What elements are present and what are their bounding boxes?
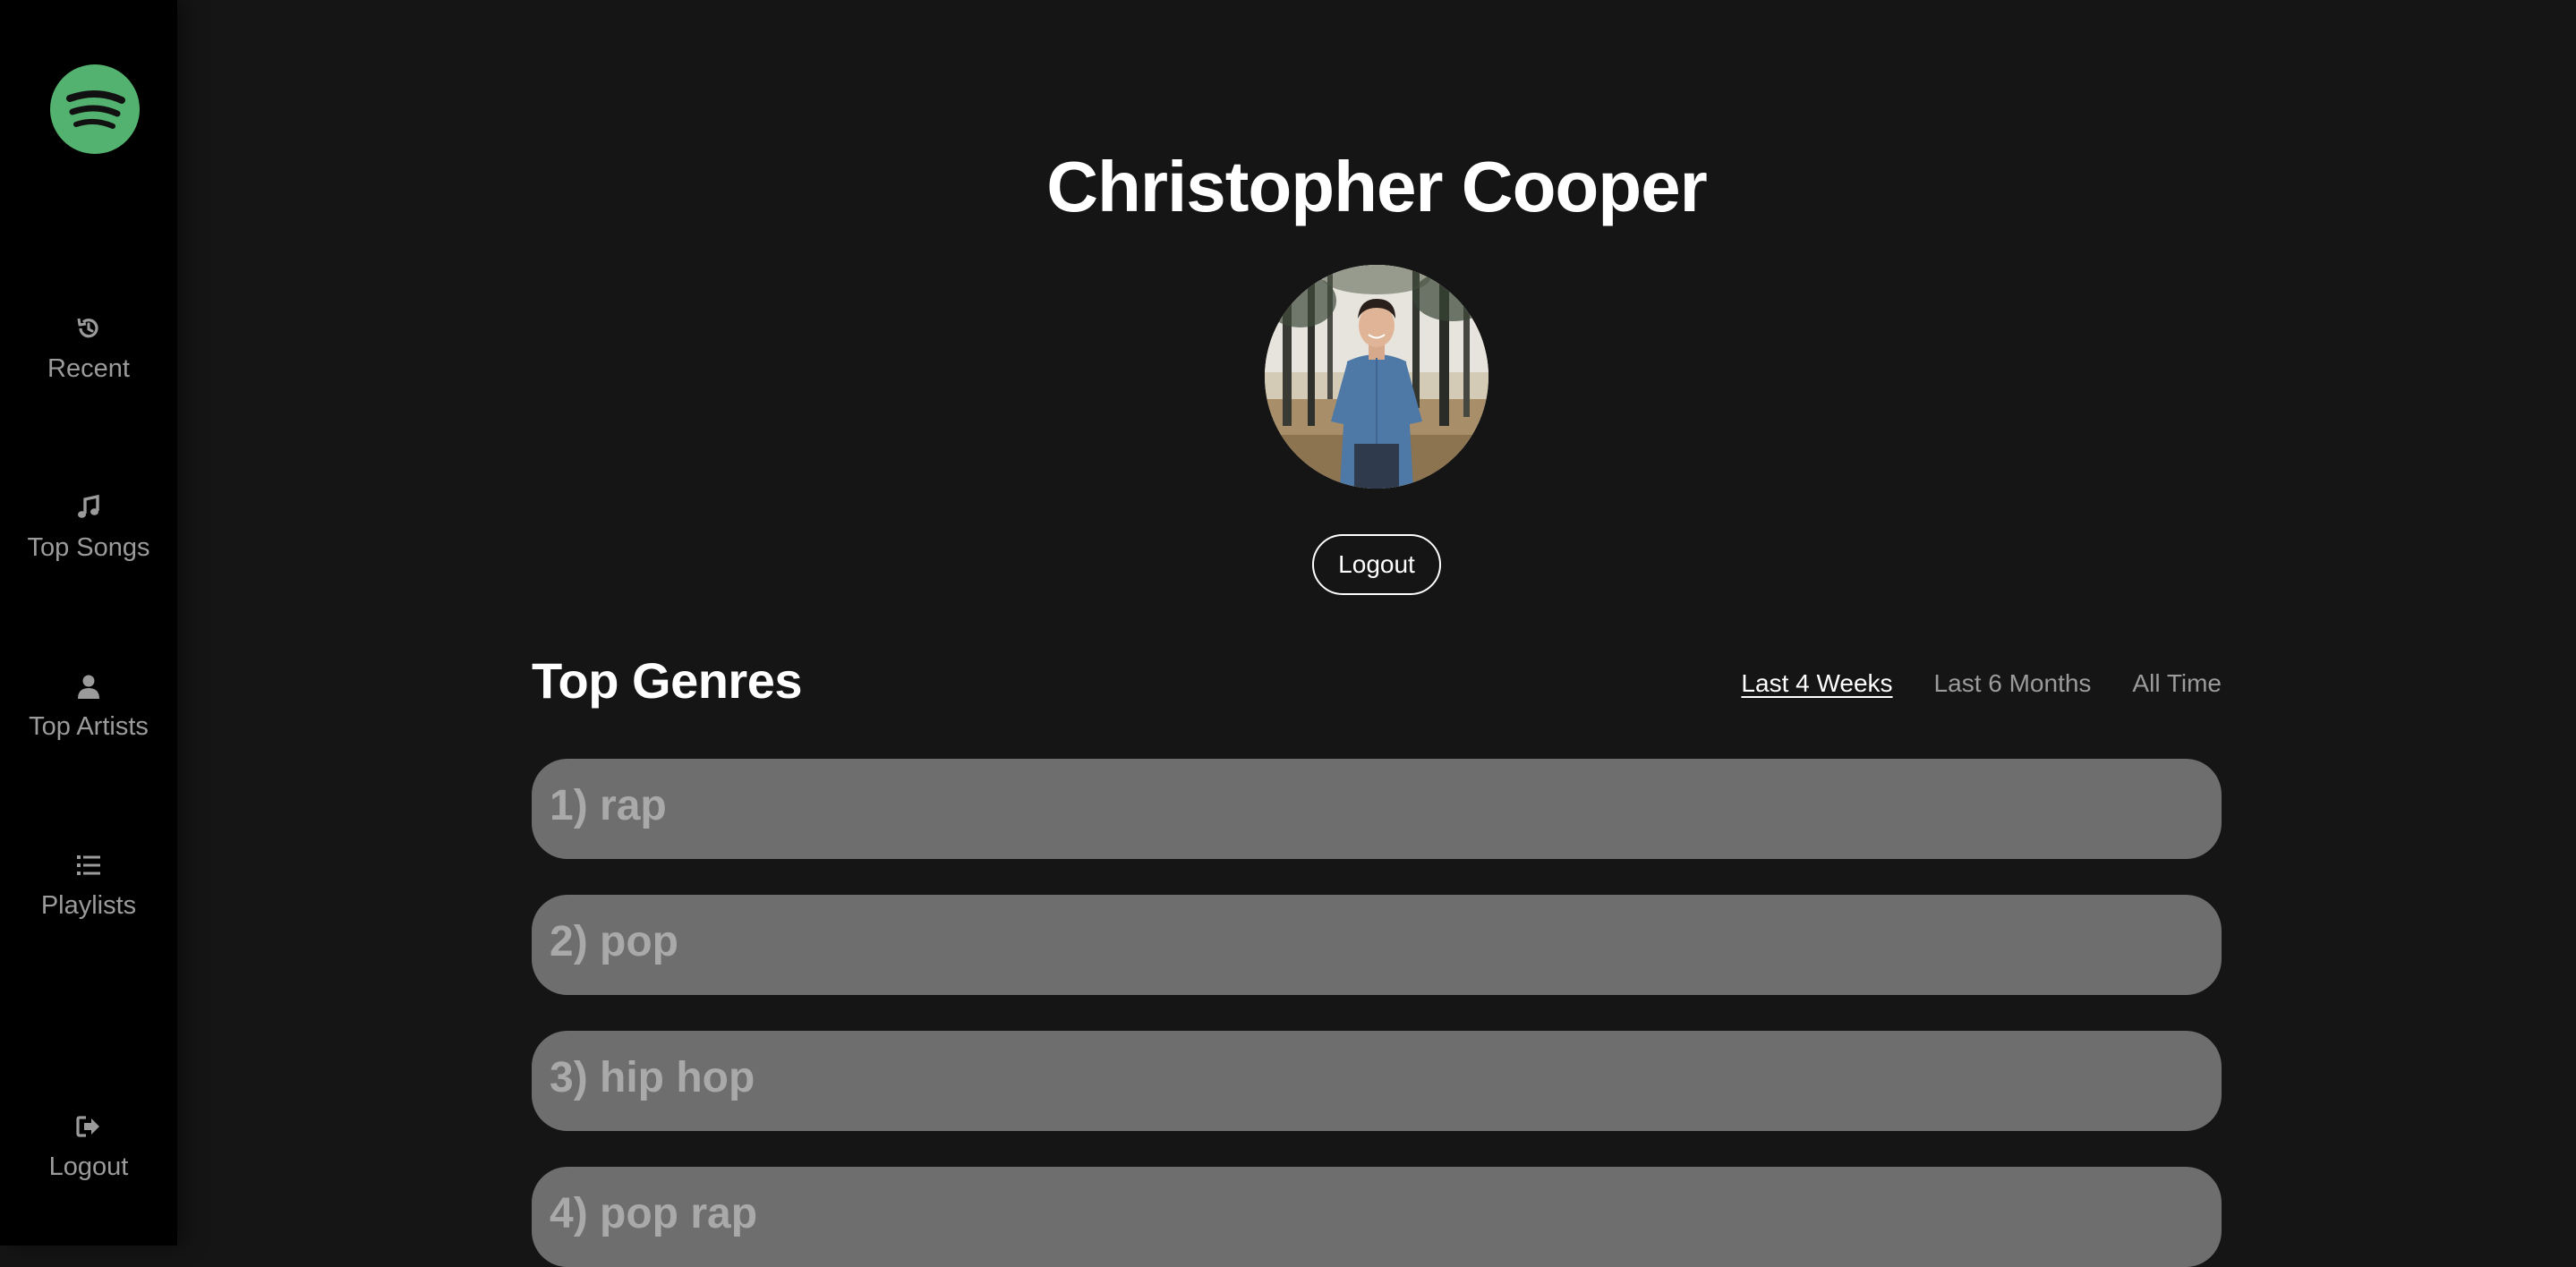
sidebar-item-recent[interactable]: Recent: [0, 313, 177, 403]
main-content: Christopher Cooper Logout Top Genres Las…: [177, 0, 2576, 1267]
sidebar-item-label: Top Artists: [29, 712, 149, 741]
history-icon: [73, 313, 104, 344]
time-range-tabs: Last 4 Weeks Last 6 Months All Time: [1741, 669, 2222, 698]
music-note-icon: [73, 492, 104, 523]
sign-out-icon: [73, 1111, 104, 1142]
sidebar-item-top-songs[interactable]: Top Songs: [0, 492, 177, 582]
sidebar-item-playlists[interactable]: Playlists: [0, 850, 177, 940]
top-genres-title: Top Genres: [532, 652, 803, 709]
logout-button[interactable]: Logout: [1312, 534, 1441, 595]
sidebar-logout-label: Logout: [48, 1152, 129, 1181]
sidebar-item-label: Recent: [47, 354, 130, 383]
tab-last-6-months[interactable]: Last 6 Months: [1934, 669, 2092, 698]
user-name: Christopher Cooper: [1046, 147, 1708, 226]
genre-item[interactable]: 1) rap: [532, 759, 2222, 859]
tab-last-4-weeks[interactable]: Last 4 Weeks: [1741, 669, 1892, 698]
genre-item[interactable]: 4) pop rap: [532, 1167, 2222, 1267]
user-icon: [73, 671, 104, 702]
avatar: [1265, 265, 1488, 489]
genre-item[interactable]: 2) pop: [532, 895, 2222, 995]
tab-all-time[interactable]: All Time: [2132, 669, 2222, 698]
sidebar-logout-button[interactable]: Logout: [0, 1111, 177, 1201]
spotify-logo-icon[interactable]: [50, 64, 140, 154]
sidebar-item-label: Playlists: [40, 891, 137, 920]
sidebar: Recent Top Songs Top Artists Playlists L…: [0, 0, 177, 1246]
list-icon: [73, 850, 104, 880]
sidebar-item-top-artists[interactable]: Top Artists: [0, 671, 177, 761]
sidebar-item-label: Top Songs: [27, 533, 150, 562]
genre-item[interactable]: 3) hip hop: [532, 1031, 2222, 1131]
